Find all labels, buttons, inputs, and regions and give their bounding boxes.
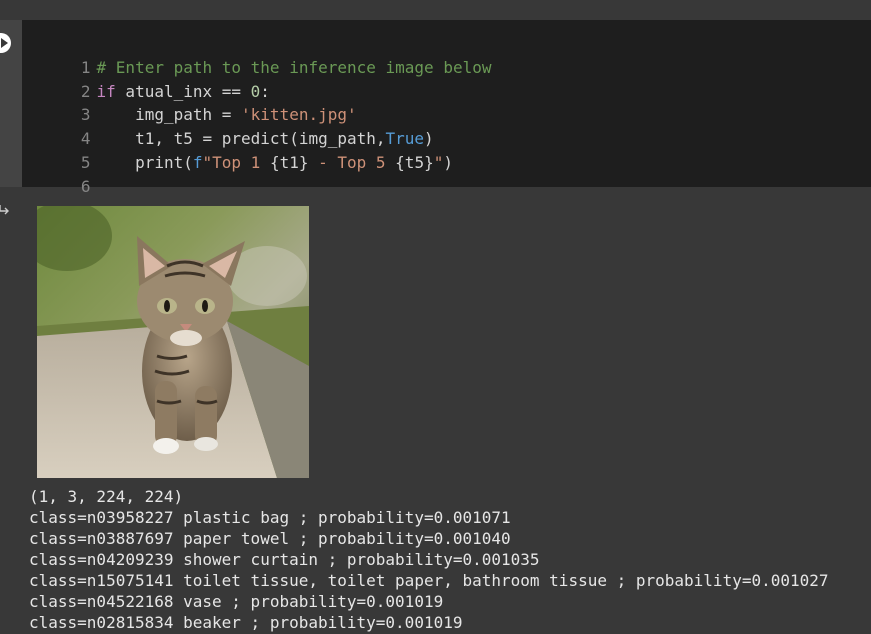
line-number: 6 (80, 176, 91, 196)
fstring-interp: {t1} (269, 152, 309, 172)
code-line-4: 4 t1, t5 = predict(img_path,True) (22, 103, 434, 148)
fstring-part: " (433, 152, 444, 172)
kitten-photo (37, 206, 309, 478)
close-paren: ) (443, 152, 453, 172)
fstring-part: - Top 5 (308, 152, 396, 172)
output-shape: (1, 3, 224, 224) (29, 487, 184, 506)
output-result-line: class=n03887697 paper towel ; probabilit… (29, 529, 511, 548)
output-arrow-icon[interactable] (0, 203, 10, 217)
fstring-part: "Top 1 (202, 152, 270, 172)
code-line-2: 2 if atual_inx == 0: (22, 56, 270, 101)
code-line-3: 3 img_path = 'kitten.jpg' (22, 79, 357, 124)
output-result-line: class=n02815834 beaker ; probability=0.0… (29, 613, 463, 632)
output-result-line: class=n04209239 shower curtain ; probabi… (29, 550, 540, 569)
code-line-6: 6 (22, 151, 97, 196)
fstring-interp: {t5} (395, 152, 434, 172)
output-image (37, 206, 309, 478)
output-result-line: class=n15075141 toilet tissue, toilet pa… (29, 571, 829, 590)
output-result-line: class=n03958227 plastic bag ; probabilit… (29, 508, 511, 527)
play-icon (0, 38, 8, 48)
fstring-prefix: f (192, 152, 203, 172)
print-call: print( (96, 152, 193, 172)
code-line-5: 5 print(f"Top 1 {t1} - Top 5 {t5}") (22, 127, 453, 172)
code-line-1: 1 # Enter path to the inference image bel… (22, 32, 492, 77)
code-editor[interactable]: 1 # Enter path to the inference image bel… (22, 20, 871, 196)
output-result-line: class=n04522168 vase ; probability=0.001… (29, 592, 444, 611)
notebook-top-bar (0, 0, 871, 20)
